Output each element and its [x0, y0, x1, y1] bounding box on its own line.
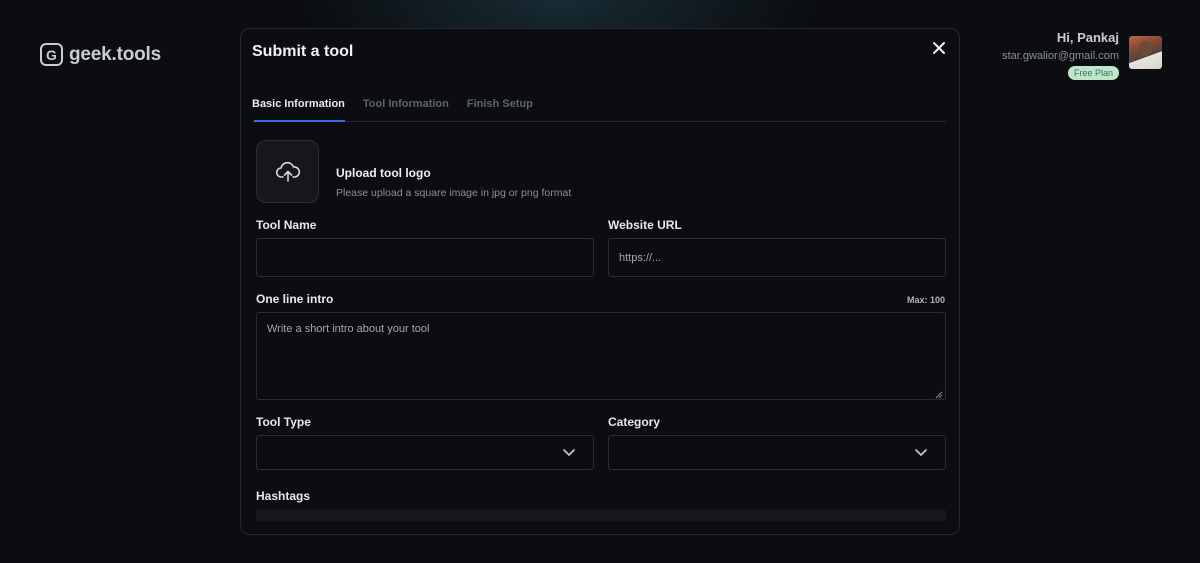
- modal-title: Submit a tool: [252, 43, 354, 60]
- upload-logo-button[interactable]: [256, 140, 319, 203]
- category-label: Category: [608, 415, 661, 429]
- user-email: star.gwalior@gmail.com: [1002, 50, 1119, 62]
- upload-cloud-icon: [275, 161, 300, 182]
- tool-name-label: Tool Name: [256, 218, 317, 232]
- user-info: Hi, Pankaj star.gwalior@gmail.com Free P…: [1002, 30, 1119, 80]
- chevron-down-icon: [915, 449, 927, 456]
- tab-tool-information[interactable]: Tool Information: [363, 96, 449, 121]
- website-url-label: Website URL: [608, 218, 682, 232]
- hashtags-label: Hashtags: [256, 489, 311, 503]
- close-button[interactable]: [929, 38, 949, 58]
- chevron-down-icon: [563, 449, 575, 456]
- submit-tool-modal: Submit a tool Basic Information Tool Inf…: [240, 28, 960, 535]
- tab-bar: Basic Information Tool Information Finis…: [252, 96, 946, 122]
- category-select[interactable]: [608, 435, 946, 470]
- user-greeting: Hi, Pankaj: [1056, 30, 1119, 45]
- upload-title: Upload tool logo: [336, 166, 431, 180]
- tool-type-select[interactable]: [256, 435, 594, 470]
- avatar[interactable]: [1129, 36, 1162, 69]
- intro-textarea[interactable]: [256, 312, 946, 400]
- brand-name: geek.tools: [69, 43, 161, 65]
- plan-badge: Free Plan: [1067, 66, 1119, 80]
- upload-subtitle: Please upload a square image in jpg or p…: [336, 187, 572, 199]
- resize-grip-icon[interactable]: [935, 391, 943, 399]
- logo-mark-icon: G: [40, 43, 63, 66]
- tool-name-input[interactable]: [256, 238, 594, 277]
- user-menu[interactable]: Hi, Pankaj star.gwalior@gmail.com Free P…: [1002, 30, 1162, 80]
- website-url-input[interactable]: [608, 238, 946, 277]
- intro-label: One line intro: [256, 292, 334, 306]
- tab-basic-information[interactable]: Basic Information: [252, 96, 345, 122]
- tab-finish-setup[interactable]: Finish Setup: [467, 96, 533, 121]
- brand-logo[interactable]: G geek.tools: [40, 43, 161, 66]
- hashtags-input[interactable]: [256, 509, 946, 521]
- close-icon: [933, 42, 945, 54]
- intro-max-note: Max: 100: [906, 295, 945, 305]
- tool-type-label: Tool Type: [256, 415, 311, 429]
